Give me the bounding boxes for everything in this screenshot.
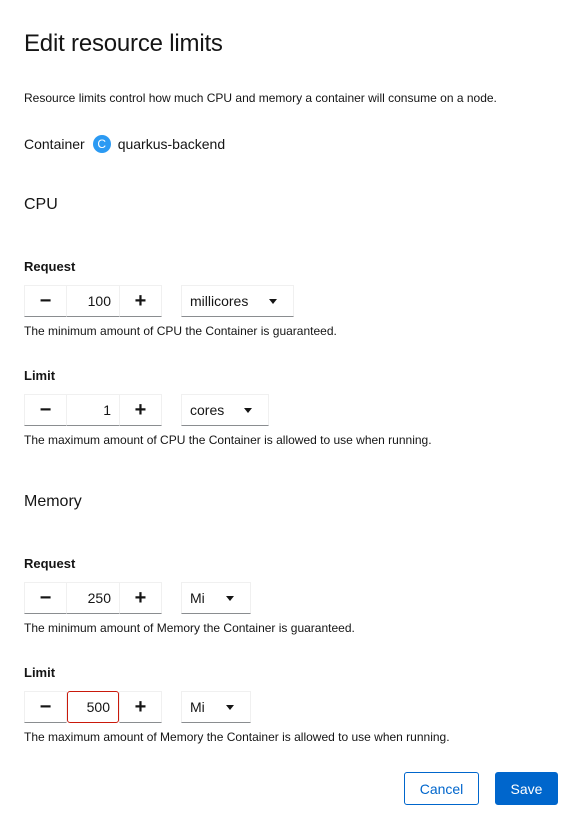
memory-request-helper: The minimum amount of Memory the Contain…	[24, 621, 355, 635]
memory-request-minus-button[interactable]: −	[24, 582, 67, 614]
memory-request-unit-select[interactable]: Mi	[181, 582, 251, 614]
memory-request-label: Request	[24, 556, 76, 571]
dialog-title: Edit resource limits	[24, 30, 223, 57]
memory-limit-input[interactable]	[67, 691, 119, 723]
cpu-request-unit-select[interactable]: millicores	[181, 285, 294, 317]
container-name: quarkus-backend	[117, 136, 226, 152]
cpu-limit-label: Limit	[24, 368, 56, 383]
dialog-description: Resource limits control how much CPU and…	[24, 91, 497, 105]
memory-limit-minus-button[interactable]: −	[24, 691, 67, 723]
memory-limit-unit-select[interactable]: Mi	[181, 691, 251, 723]
memory-limit-unit-value: Mi	[190, 699, 205, 715]
cpu-limit-stepper: − +	[24, 394, 162, 426]
container-info: Container C quarkus-backend	[24, 134, 225, 154]
cpu-limit-input[interactable]	[67, 394, 119, 426]
save-button[interactable]: Save	[495, 772, 558, 805]
memory-limit-helper: The maximum amount of Memory the Contain…	[24, 730, 450, 744]
caret-down-icon	[226, 705, 234, 710]
memory-request-input[interactable]	[67, 582, 119, 614]
cpu-request-input[interactable]	[67, 285, 119, 317]
memory-section-heading: Memory	[24, 493, 82, 510]
caret-down-icon	[244, 408, 252, 413]
memory-request-unit-value: Mi	[190, 590, 205, 606]
cpu-request-helper: The minimum amount of CPU the Container …	[24, 324, 337, 338]
cpu-limit-unit-select[interactable]: cores	[181, 394, 269, 426]
memory-limit-stepper: − +	[24, 691, 162, 723]
cpu-request-label: Request	[24, 259, 76, 274]
cpu-limit-helper: The maximum amount of CPU the Container …	[24, 433, 432, 447]
cpu-limit-unit-value: cores	[190, 402, 225, 418]
cpu-request-stepper: − +	[24, 285, 162, 317]
container-label: Container	[24, 136, 85, 152]
caret-down-icon	[226, 596, 234, 601]
memory-request-plus-button[interactable]: +	[119, 582, 162, 614]
cpu-limit-minus-button[interactable]: −	[24, 394, 67, 426]
cpu-request-minus-button[interactable]: −	[24, 285, 67, 317]
edit-resource-limits-dialog: Edit resource limits Resource limits con…	[0, 0, 587, 836]
memory-request-stepper: − +	[24, 582, 162, 614]
container-badge-icon: C	[92, 135, 111, 153]
caret-down-icon	[269, 299, 277, 304]
cpu-request-plus-button[interactable]: +	[119, 285, 162, 317]
memory-limit-label: Limit	[24, 665, 56, 680]
memory-limit-plus-button[interactable]: +	[119, 691, 162, 723]
cpu-limit-plus-button[interactable]: +	[119, 394, 162, 426]
cpu-request-unit-value: millicores	[190, 293, 249, 309]
cpu-section-heading: CPU	[24, 196, 58, 213]
cancel-button[interactable]: Cancel	[404, 772, 479, 805]
